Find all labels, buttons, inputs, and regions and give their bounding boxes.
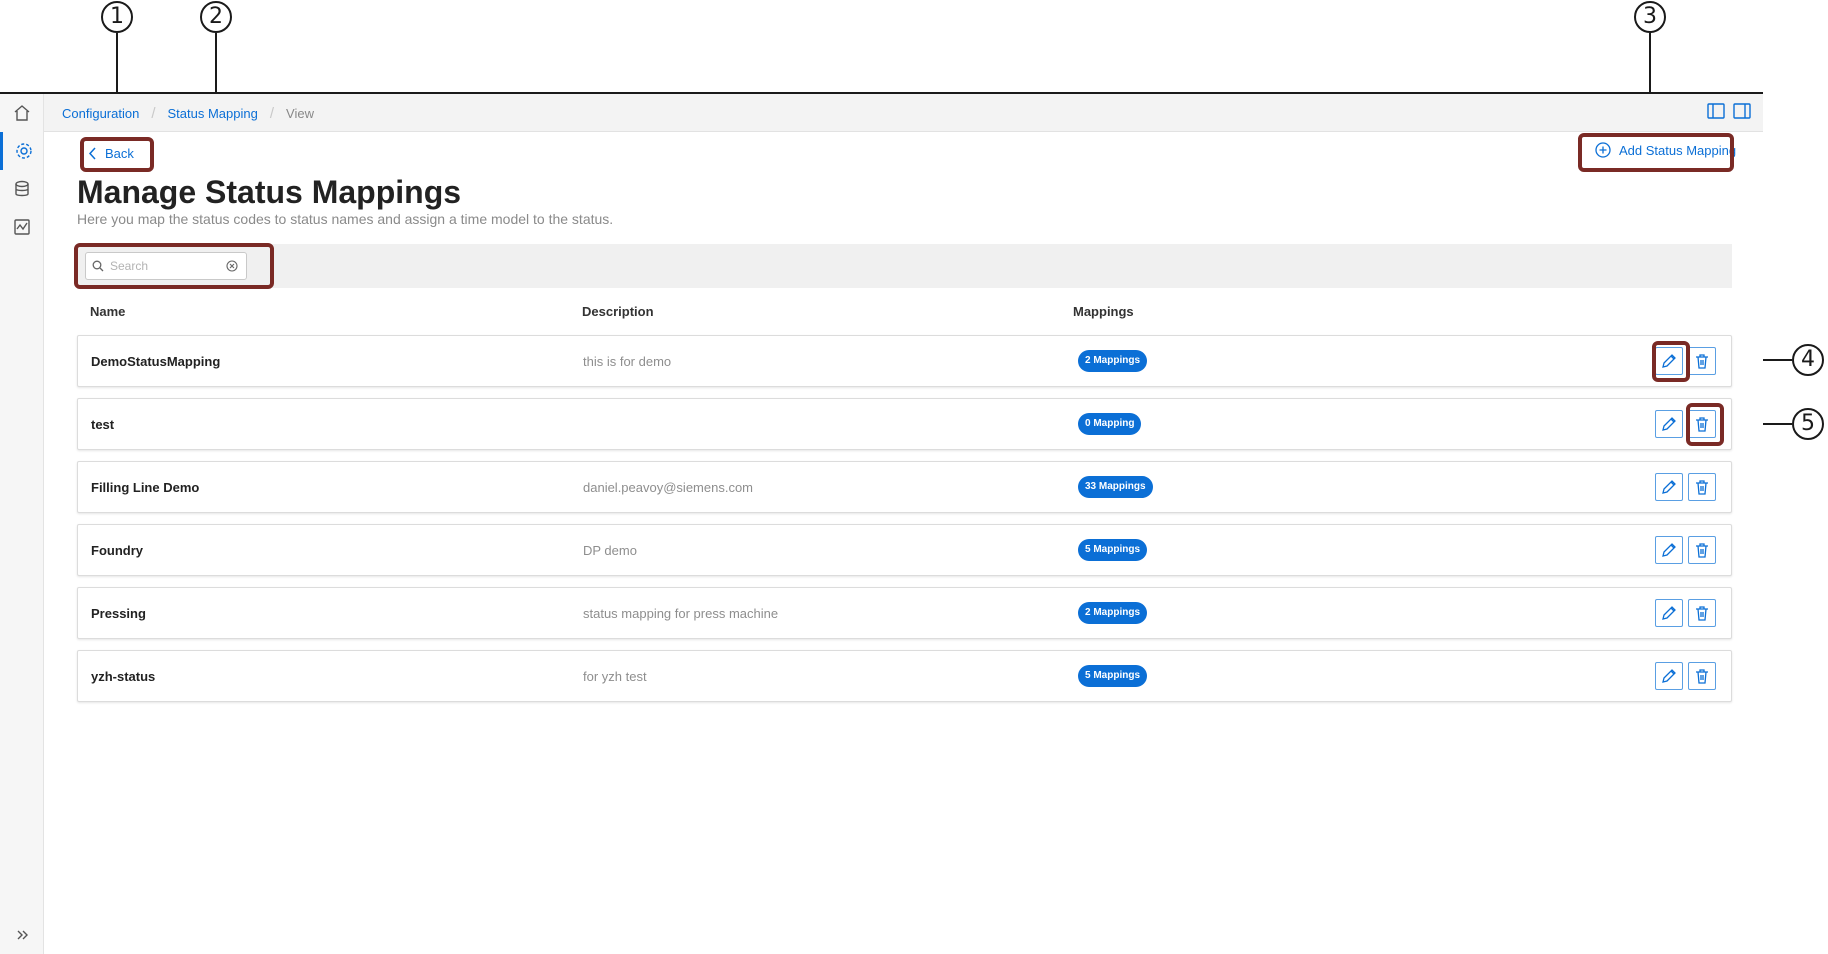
rail-monitor[interactable] (0, 208, 44, 246)
mappings-badge: 2 Mappings (1078, 350, 1148, 372)
left-panel-icon[interactable] (1707, 103, 1725, 119)
callout-5: 5 (1792, 408, 1824, 440)
highlight-add-status-mapping (1578, 133, 1734, 172)
row-name: test (91, 417, 115, 432)
screenshot-stage: 1 2 3 4 5 Configuration / Status Mapping… (0, 0, 1828, 954)
app-window: Configuration / Status Mapping / View Ba… (0, 92, 1763, 954)
delete-icon (1696, 480, 1708, 495)
row-name: yzh-status (91, 669, 156, 684)
side-rail (0, 94, 44, 954)
breadcrumb-configuration[interactable]: Configuration (62, 106, 139, 121)
callout-3: 3 (1634, 1, 1666, 33)
rail-database[interactable] (0, 170, 44, 208)
top-bar: Configuration / Status Mapping / View (44, 94, 1763, 132)
mappings-badge: 2 Mappings (1078, 602, 1148, 624)
edit-button[interactable] (1655, 410, 1683, 438)
filter-toolbar (77, 244, 1732, 288)
page-title: Manage Status Mappings (77, 174, 462, 210)
table-row[interactable]: Filling Line Demo daniel.peavoy@siemens.… (77, 461, 1732, 513)
rail-settings[interactable] (0, 132, 44, 170)
delete-button[interactable] (1688, 662, 1716, 690)
callout-4: 4 (1792, 344, 1824, 376)
delete-button[interactable] (1688, 473, 1716, 501)
edit-icon (1662, 606, 1676, 620)
breadcrumb-separator: / (269, 105, 275, 122)
row-name: Pressing (91, 606, 146, 621)
edit-icon (1662, 480, 1676, 494)
callout-1: 1 (101, 1, 133, 33)
table-row[interactable]: Pressing status mapping for press machin… (77, 587, 1732, 639)
breadcrumb-separator: / (151, 105, 156, 122)
delete-icon (1696, 543, 1708, 558)
callout-2: 2 (200, 1, 232, 33)
edit-button[interactable] (1655, 536, 1683, 564)
row-description: for yzh test (583, 669, 647, 684)
settings-icon (15, 143, 32, 159)
edit-icon (1662, 543, 1676, 557)
edit-icon (1662, 669, 1676, 683)
table-row[interactable]: Foundry DP demo 5 Mappings (77, 524, 1732, 576)
layout-toggles (1707, 103, 1751, 119)
table-row[interactable]: DemoStatusMapping this is for demo 2 Map… (77, 335, 1732, 387)
highlight-search (74, 243, 274, 289)
mappings-badge: 5 Mappings (1078, 539, 1148, 561)
row-name: DemoStatusMapping (91, 354, 221, 369)
column-header-description: Description (582, 304, 654, 319)
right-panel-icon[interactable] (1733, 103, 1751, 119)
delete-button[interactable] (1688, 536, 1716, 564)
breadcrumb-status-mapping[interactable]: Status Mapping (168, 106, 258, 121)
chart-icon (14, 219, 30, 235)
row-name: Filling Line Demo (91, 480, 200, 495)
highlight-edit (1652, 341, 1690, 382)
row-description: DP demo (583, 543, 637, 558)
home-icon (14, 105, 30, 121)
mappings-badge: 5 Mappings (1078, 665, 1148, 687)
highlight-delete (1686, 403, 1724, 446)
edit-button[interactable] (1655, 662, 1683, 690)
mappings-badge: 0 Mapping (1078, 413, 1142, 435)
row-description: this is for demo (583, 354, 672, 369)
delete-button[interactable] (1688, 347, 1716, 375)
edit-button[interactable] (1655, 473, 1683, 501)
column-header-mappings: Mappings (1073, 304, 1134, 319)
delete-icon (1696, 669, 1708, 684)
row-description: status mapping for press machine (583, 606, 779, 621)
expand-icon (17, 930, 28, 940)
database-icon (15, 180, 29, 197)
delete-icon (1696, 354, 1708, 369)
delete-icon (1696, 606, 1708, 621)
rail-expand[interactable] (0, 916, 44, 954)
delete-button[interactable] (1688, 599, 1716, 627)
mappings-badge: 33 Mappings (1078, 476, 1153, 498)
edit-button[interactable] (1655, 599, 1683, 627)
row-description: daniel.peavoy@siemens.com (583, 480, 754, 495)
page-subtitle: Here you map the status codes to status … (77, 211, 614, 227)
rail-home[interactable] (0, 94, 44, 132)
edit-icon (1662, 417, 1676, 431)
row-name: Foundry (91, 543, 143, 558)
breadcrumb: Configuration / Status Mapping / View (62, 105, 314, 122)
table-row[interactable]: test 0 Mapping (77, 398, 1732, 450)
column-header-name: Name (90, 304, 126, 319)
table-row[interactable]: yzh-status for yzh test 5 Mappings (77, 650, 1732, 702)
highlight-back (80, 137, 154, 172)
breadcrumb-view: View (286, 106, 314, 121)
